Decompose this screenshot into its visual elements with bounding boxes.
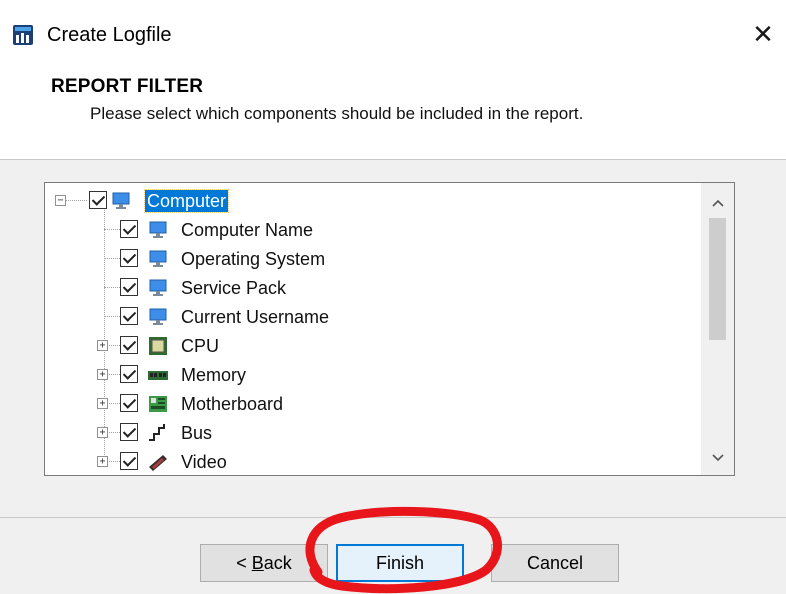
- expand-toggle[interactable]: +: [97, 456, 108, 467]
- chevron-down-icon: [711, 454, 724, 462]
- scroll-thumb[interactable]: [709, 218, 726, 340]
- tree-label: Current Username: [181, 307, 330, 327]
- expand-toggle[interactable]: +: [97, 340, 108, 351]
- tree-item-motherboard[interactable]: + Motherboard: [45, 390, 701, 419]
- footer-divider: [0, 517, 786, 518]
- scroll-up-arrow[interactable]: [701, 187, 734, 217]
- tree-label: Operating System: [181, 249, 326, 269]
- cancel-button[interactable]: Cancel: [491, 544, 619, 582]
- checkbox-bus[interactable]: [120, 423, 138, 441]
- tree-label: Computer: [143, 189, 230, 213]
- checkbox-cpu[interactable]: [120, 336, 138, 354]
- monitor-icon: [112, 192, 130, 209]
- header-panel: REPORT FILTER Please select which compon…: [0, 62, 786, 160]
- checkbox-current-username[interactable]: [120, 307, 138, 325]
- close-button[interactable]: ✕: [740, 14, 786, 54]
- back-prefix: <: [236, 553, 252, 573]
- monitor-icon: [149, 279, 167, 296]
- video-card-icon: [149, 455, 167, 471]
- tree-label: Memory: [181, 365, 247, 385]
- title-bar: Create Logfile ✕: [0, 0, 786, 62]
- motherboard-icon: [149, 396, 167, 412]
- tree-item-current-username[interactable]: Current Username: [45, 303, 701, 332]
- window-title: Create Logfile: [47, 24, 172, 46]
- collapse-toggle[interactable]: −: [55, 195, 66, 206]
- tree-label: Service Pack: [181, 278, 287, 298]
- expand-toggle[interactable]: +: [97, 369, 108, 380]
- tree-item-operating-system[interactable]: Operating System: [45, 245, 701, 274]
- scroll-down-arrow[interactable]: [701, 442, 734, 472]
- tree-item-cpu[interactable]: + CPU: [45, 332, 701, 361]
- back-button[interactable]: < Back: [200, 544, 328, 582]
- tree-item-computer[interactable]: − Computer: [45, 187, 701, 216]
- tree-scrollbar[interactable]: [701, 183, 734, 475]
- tree-label: CPU: [181, 336, 220, 356]
- app-icon: [13, 25, 33, 45]
- tree-item-video[interactable]: + Video: [45, 448, 701, 475]
- cpu-chip-icon: [149, 337, 167, 355]
- chevron-up-icon: [711, 199, 724, 207]
- monitor-icon: [149, 250, 167, 267]
- back-label-rest: ack: [263, 553, 292, 573]
- tree-label: Motherboard: [181, 394, 284, 414]
- monitor-icon: [149, 221, 167, 238]
- tree-item-memory[interactable]: + Memory: [45, 361, 701, 390]
- tree-label: Computer Name: [181, 220, 314, 240]
- checkbox-computer-name[interactable]: [120, 220, 138, 238]
- checkbox-memory[interactable]: [120, 365, 138, 383]
- back-accelerator: B: [251, 553, 264, 573]
- checkbox-motherboard[interactable]: [120, 394, 138, 412]
- monitor-icon: [149, 308, 167, 325]
- tree-item-service-pack[interactable]: Service Pack: [45, 274, 701, 303]
- tree-item-computer-name[interactable]: Computer Name: [45, 216, 701, 245]
- memory-module-icon: [148, 371, 168, 380]
- bus-icon: [149, 424, 165, 441]
- checkbox-service-pack[interactable]: [120, 278, 138, 296]
- checkbox-operating-system[interactable]: [120, 249, 138, 267]
- section-description: Please select which components should be…: [90, 104, 584, 123]
- component-tree[interactable]: − Computer Computer Name Operating Syste…: [44, 182, 735, 476]
- tree-label: Bus: [181, 423, 213, 443]
- expand-toggle[interactable]: +: [97, 398, 108, 409]
- finish-button[interactable]: Finish: [336, 544, 464, 582]
- tree-label: Video: [181, 452, 227, 472]
- expand-toggle[interactable]: +: [97, 427, 108, 438]
- section-title: REPORT FILTER: [51, 76, 204, 97]
- checkbox-video[interactable]: [120, 452, 138, 470]
- tree-item-bus[interactable]: + Bus: [45, 419, 701, 448]
- checkbox-computer[interactable]: [89, 191, 107, 209]
